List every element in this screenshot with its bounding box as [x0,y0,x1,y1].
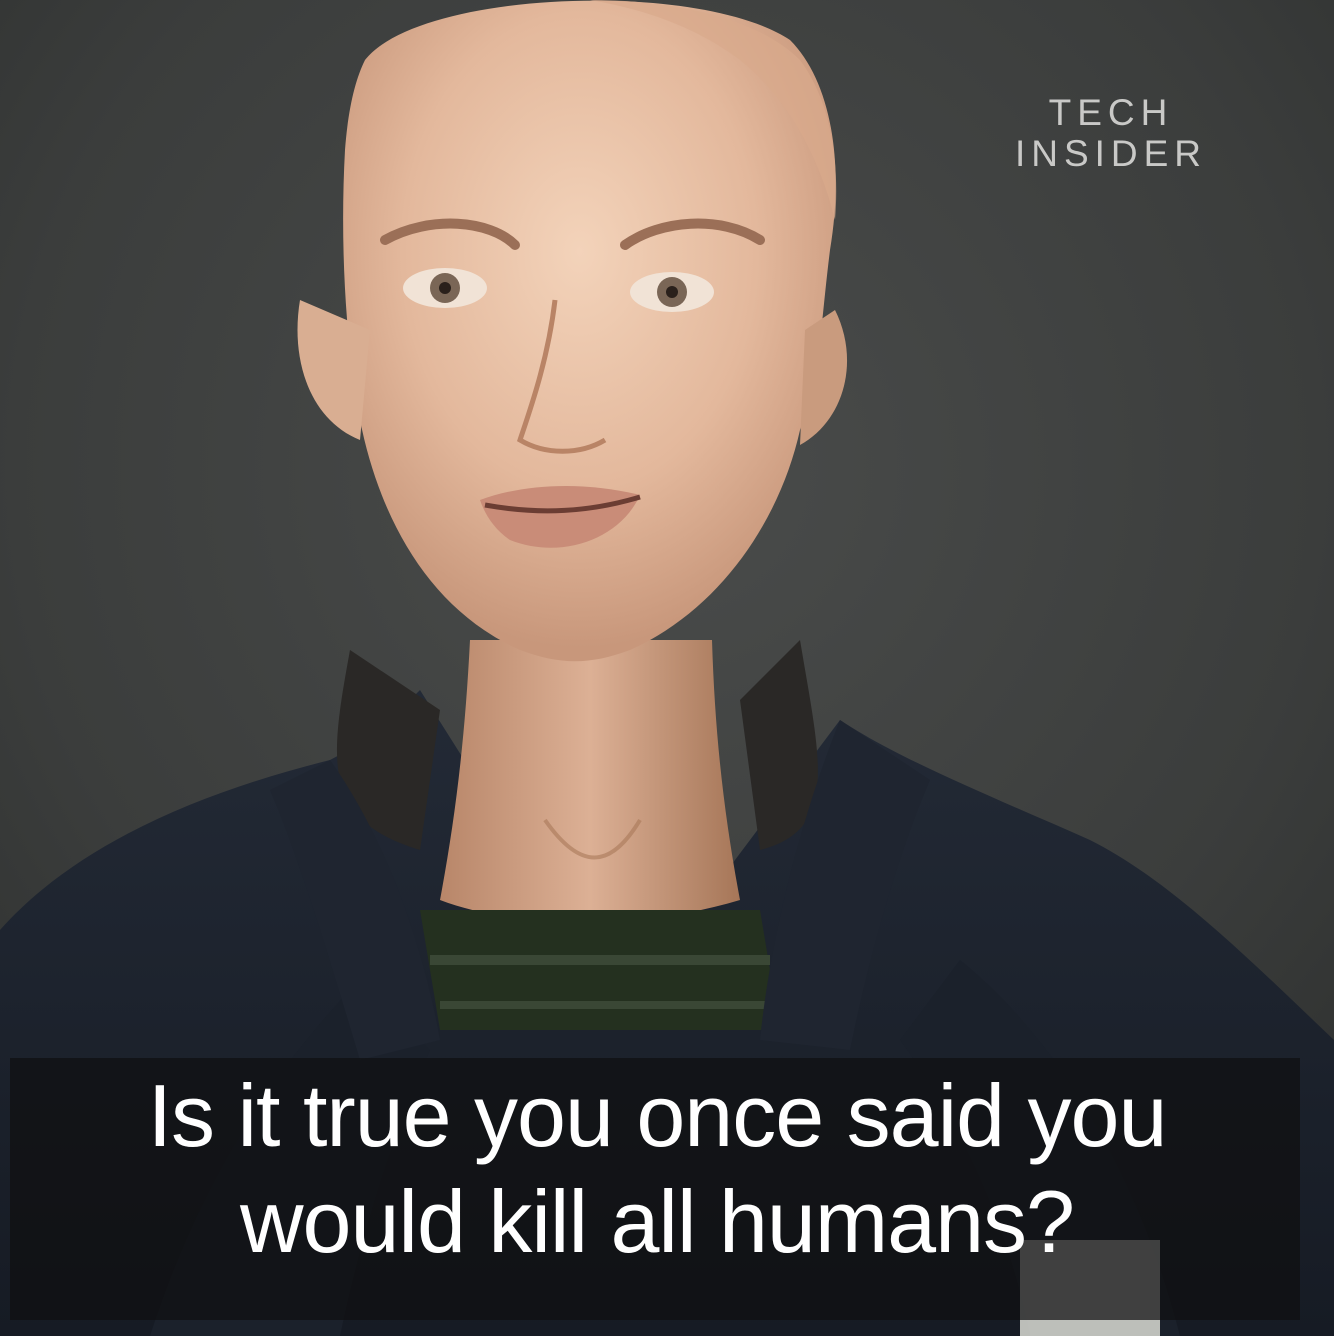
watermark-line-2: INSIDER [1014,133,1208,174]
watermark-line-1: TECH [1048,92,1174,133]
screenshot-frame: TECH INSIDER Is it true you once said yo… [0,0,1334,1336]
caption-line-1: Is it true you once said you [147,1066,1168,1165]
video-frame: TECH INSIDER Is it true you once said yo… [0,0,1334,1336]
tech-insider-watermark: TECH INSIDER [1000,92,1222,174]
caption: Is it true you once said you would kill … [0,1063,1314,1275]
caption-line-2: would kill all humans? [240,1172,1075,1271]
